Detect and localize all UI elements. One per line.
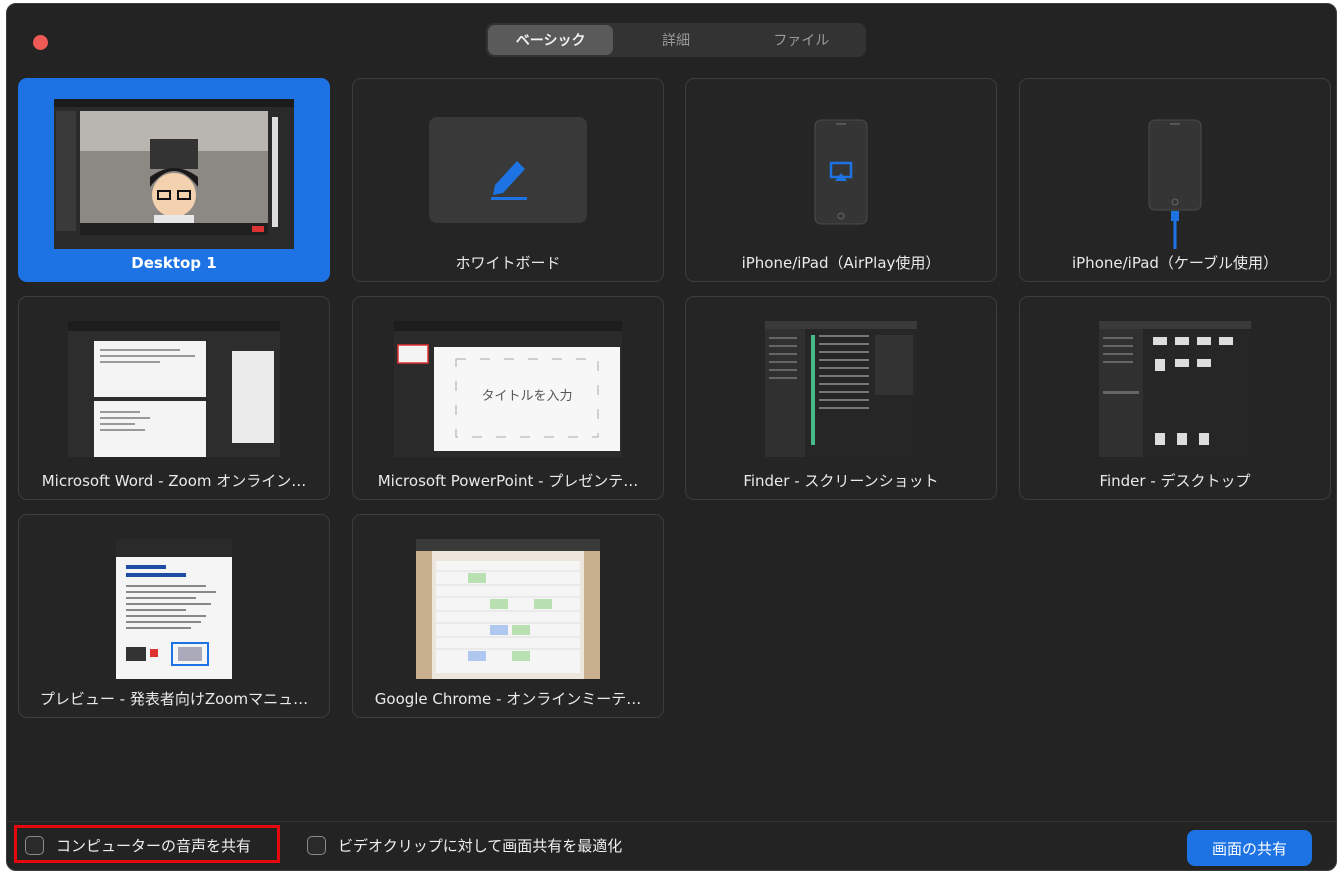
tile-whiteboard[interactable]: ホワイトボード (352, 78, 664, 282)
tile-label: Google Chrome - オンラインミーテ… (374, 690, 642, 708)
share-screen-window: ベーシック 詳細 ファイル Desktop 1 ホワイトボード iPhone/i… (6, 3, 1337, 871)
preview-document-image (116, 539, 232, 679)
optimize-video-checkbox[interactable]: ビデオクリップに対して画面共有を最適化 (307, 835, 622, 856)
word-thumbnail (68, 321, 280, 457)
finder-desktop-preview-image (1099, 321, 1251, 457)
optimize-video-label: ビデオクリップに対して画面共有を最適化 (338, 837, 623, 855)
chrome-thumbnail (416, 539, 600, 679)
tile-powerpoint[interactable]: タイトルを入力 Microsoft PowerPoint - プレゼンテ… (352, 296, 664, 500)
checkbox-box[interactable] (307, 836, 326, 855)
tile-label: iPhone/iPad（ケーブル使用） (1071, 254, 1279, 272)
tab-basic[interactable]: ベーシック (488, 25, 614, 55)
tile-label: Microsoft PowerPoint - プレゼンテ… (377, 472, 639, 490)
share-audio-checkbox[interactable]: コンピューターの音声を共有 (25, 835, 251, 856)
share-audio-label: コンピューターの音声を共有 (56, 837, 252, 855)
share-screen-button[interactable]: 画面の共有 (1187, 830, 1312, 866)
iphone-cable-thumbnail (1148, 119, 1202, 249)
tile-finder-screenshots[interactable]: Finder - スクリーンショット (685, 296, 997, 500)
marker-icon (491, 161, 527, 200)
tile-label: Microsoft Word - Zoom オンライン… (41, 472, 307, 490)
iphone-airplay-thumbnail (814, 119, 868, 225)
tile-preview[interactable]: プレビュー - 発表者向けZoomマニュ… (18, 514, 330, 718)
preview-thumbnail (116, 539, 232, 679)
tile-label: Finder - スクリーンショット (743, 472, 939, 490)
tab-bar: ベーシック 詳細 ファイル (486, 23, 866, 57)
tile-chrome[interactable]: Google Chrome - オンラインミーテ… (352, 514, 664, 718)
tile-word[interactable]: Microsoft Word - Zoom オンライン… (18, 296, 330, 500)
iphone-cable-icon (1148, 119, 1202, 249)
tab-advanced[interactable]: 詳細 (613, 25, 738, 55)
chrome-preview-image (416, 539, 600, 679)
finder-screenshots-preview-image (765, 321, 917, 457)
powerpoint-thumbnail: タイトルを入力 (394, 321, 622, 457)
tile-finder-desktop[interactable]: Finder - デスクトップ (1019, 296, 1331, 500)
finder-screenshots-thumbnail (765, 321, 917, 457)
iphone-airplay-icon (814, 119, 868, 225)
tile-iphone-airplay[interactable]: iPhone/iPad（AirPlay使用） (685, 78, 997, 282)
close-window-button[interactable] (33, 35, 48, 50)
desktop-thumbnail (54, 99, 294, 249)
whiteboard-thumbnail (429, 117, 587, 223)
checkbox-box[interactable] (25, 836, 44, 855)
tile-desktop-1[interactable]: Desktop 1 (18, 78, 330, 282)
tab-files[interactable]: ファイル (739, 25, 864, 55)
bottom-bar: コンピューターの音声を共有 ビデオクリップに対して画面共有を最適化 画面の共有 (7, 821, 1336, 870)
finder-desktop-thumbnail (1099, 321, 1251, 457)
desktop-preview-image (54, 99, 294, 249)
tile-label: プレビュー - 発表者向けZoomマニュ… (39, 690, 309, 708)
tile-label: ホワイトボード (455, 254, 561, 272)
word-preview-image (68, 321, 280, 457)
powerpoint-slide-title: タイトルを入力 (481, 389, 573, 404)
tile-label: Desktop 1 (131, 254, 217, 272)
tile-label: iPhone/iPad（AirPlay使用） (741, 254, 941, 272)
tile-iphone-cable[interactable]: iPhone/iPad（ケーブル使用） (1019, 78, 1331, 282)
tile-label: Finder - デスクトップ (1099, 472, 1251, 490)
